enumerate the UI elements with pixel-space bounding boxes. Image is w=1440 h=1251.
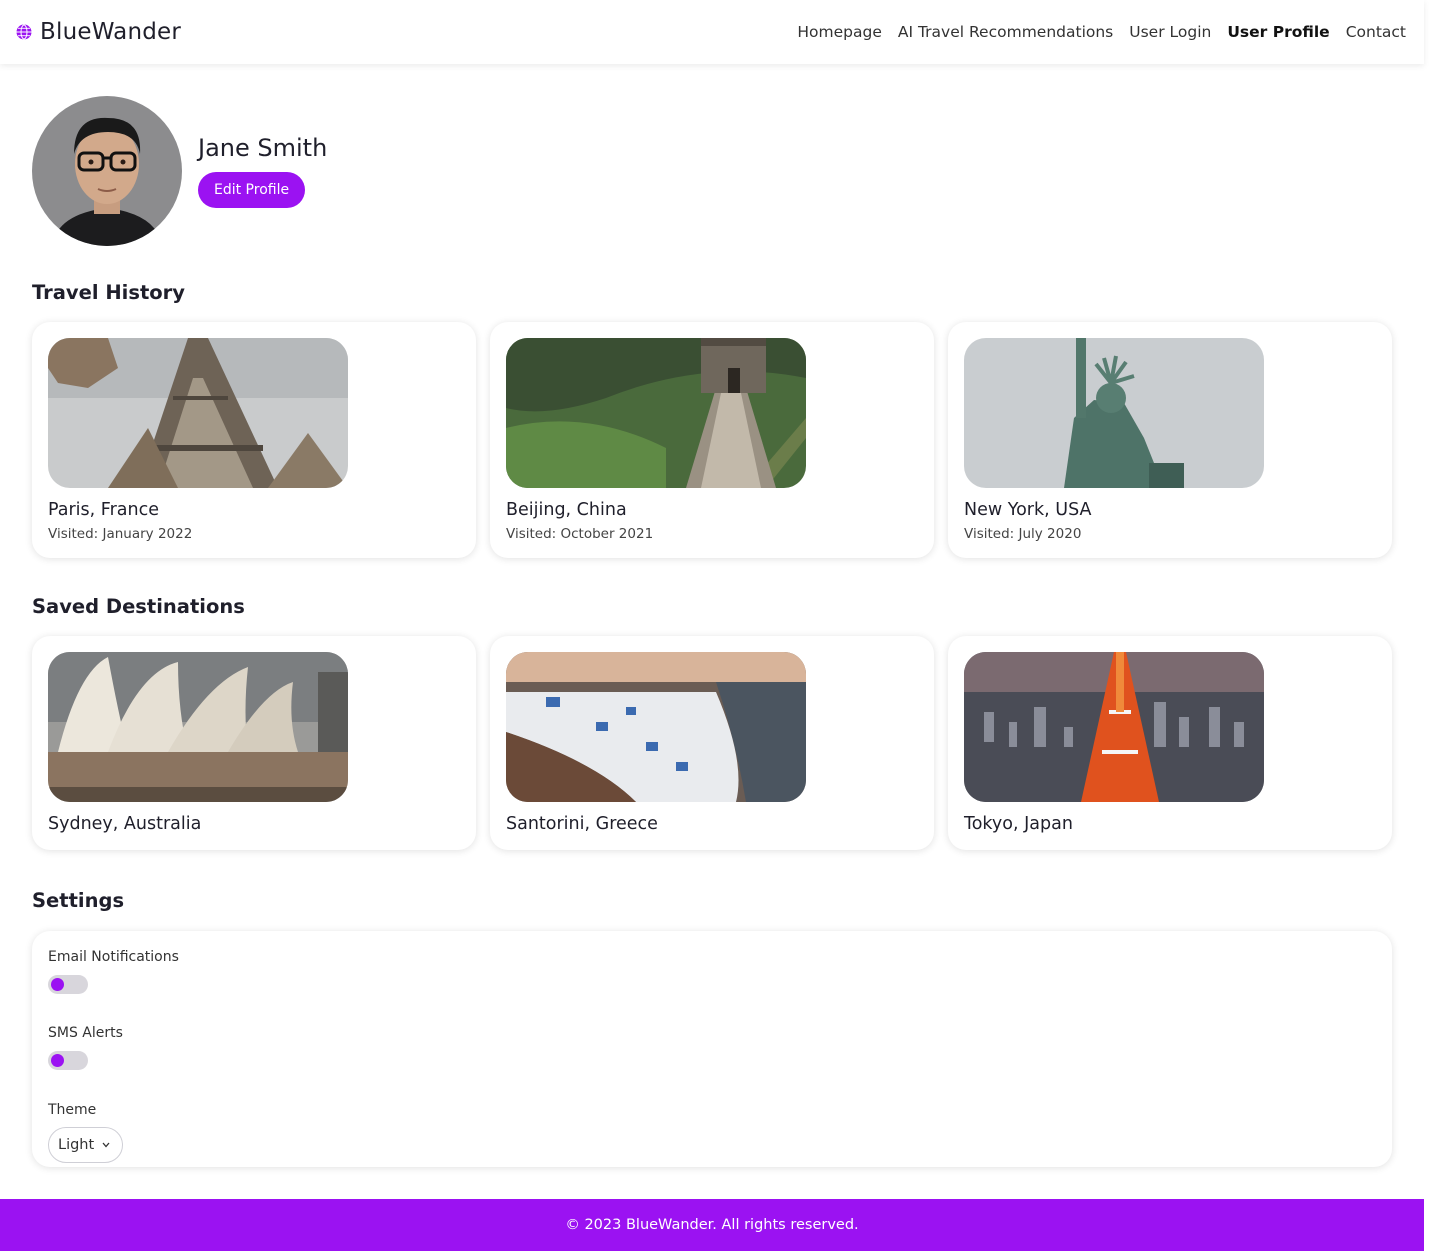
brand-name: BlueWander (40, 19, 182, 45)
saved-destinations-title: Saved Destinations (32, 595, 245, 618)
beijing-image (506, 338, 806, 488)
new-york-image (964, 338, 1264, 488)
email-notifications-label: Email Notifications (48, 949, 179, 965)
toggle-knob (51, 1054, 64, 1067)
paris-image (48, 338, 348, 488)
card-visited-date: Visited: July 2020 (964, 526, 1082, 542)
globe-icon (16, 24, 32, 40)
email-notifications-toggle[interactable] (48, 975, 88, 994)
nav-link-homepage[interactable]: Homepage (797, 23, 882, 41)
profile-info: Jane Smith Edit Profile (198, 134, 327, 208)
settings-title: Settings (32, 889, 125, 912)
toggle-knob (51, 978, 64, 991)
nav-links: Homepage AI Travel Recommendations User … (797, 23, 1406, 41)
nav-link-contact[interactable]: Contact (1346, 23, 1406, 41)
profile-header: Jane Smith Edit Profile (32, 96, 327, 246)
chevron-down-icon (102, 1142, 110, 1148)
history-card-new-york[interactable]: New York, USA Visited: July 2020 (948, 322, 1392, 558)
saved-card-santorini[interactable]: Santorini, Greece (490, 636, 934, 850)
history-card-paris[interactable]: Paris, France Visited: January 2022 (32, 322, 476, 558)
travel-history-list: Paris, France Visited: January 2022 Beij… (32, 322, 1392, 558)
nav-link-user-profile[interactable]: User Profile (1227, 23, 1329, 41)
edit-profile-button[interactable]: Edit Profile (198, 172, 306, 208)
avatar (32, 96, 182, 246)
card-title: Beijing, China (506, 500, 627, 520)
sms-alerts-label: SMS Alerts (48, 1025, 123, 1041)
theme-label: Theme (48, 1102, 97, 1118)
santorini-image (506, 652, 806, 802)
history-card-beijing[interactable]: Beijing, China Visited: October 2021 (490, 322, 934, 558)
saved-card-tokyo[interactable]: Tokyo, Japan (948, 636, 1392, 850)
settings-panel: Email Notifications SMS Alerts Theme Lig… (32, 931, 1392, 1167)
card-title: Tokyo, Japan (964, 814, 1073, 834)
card-visited-date: Visited: January 2022 (48, 526, 193, 542)
top-navbar: BlueWander Homepage AI Travel Recommenda… (0, 0, 1424, 64)
saved-destinations-list: Sydney, Australia Santorini, Greece Toky… (32, 636, 1392, 850)
profile-name: Jane Smith (198, 134, 328, 162)
card-title: Santorini, Greece (506, 814, 658, 834)
card-visited-date: Visited: October 2021 (506, 526, 654, 542)
theme-select[interactable]: Light (48, 1127, 124, 1163)
travel-history-title: Travel History (32, 281, 186, 304)
theme-select-value: Light (58, 1137, 95, 1153)
footer-copyright: © 2023 BlueWander. All rights reserved. (565, 1217, 859, 1233)
nav-link-user-login[interactable]: User Login (1129, 23, 1211, 41)
brand[interactable]: BlueWander (16, 19, 181, 45)
tokyo-image (964, 652, 1264, 802)
saved-card-sydney[interactable]: Sydney, Australia (32, 636, 476, 850)
card-title: Sydney, Australia (48, 814, 202, 834)
card-title: New York, USA (964, 500, 1092, 520)
nav-link-ai-recommendations[interactable]: AI Travel Recommendations (898, 23, 1113, 41)
footer: © 2023 BlueWander. All rights reserved. (0, 1199, 1424, 1251)
sydney-image (48, 652, 348, 802)
card-title: Paris, France (48, 500, 159, 520)
sms-alerts-toggle[interactable] (48, 1051, 88, 1070)
